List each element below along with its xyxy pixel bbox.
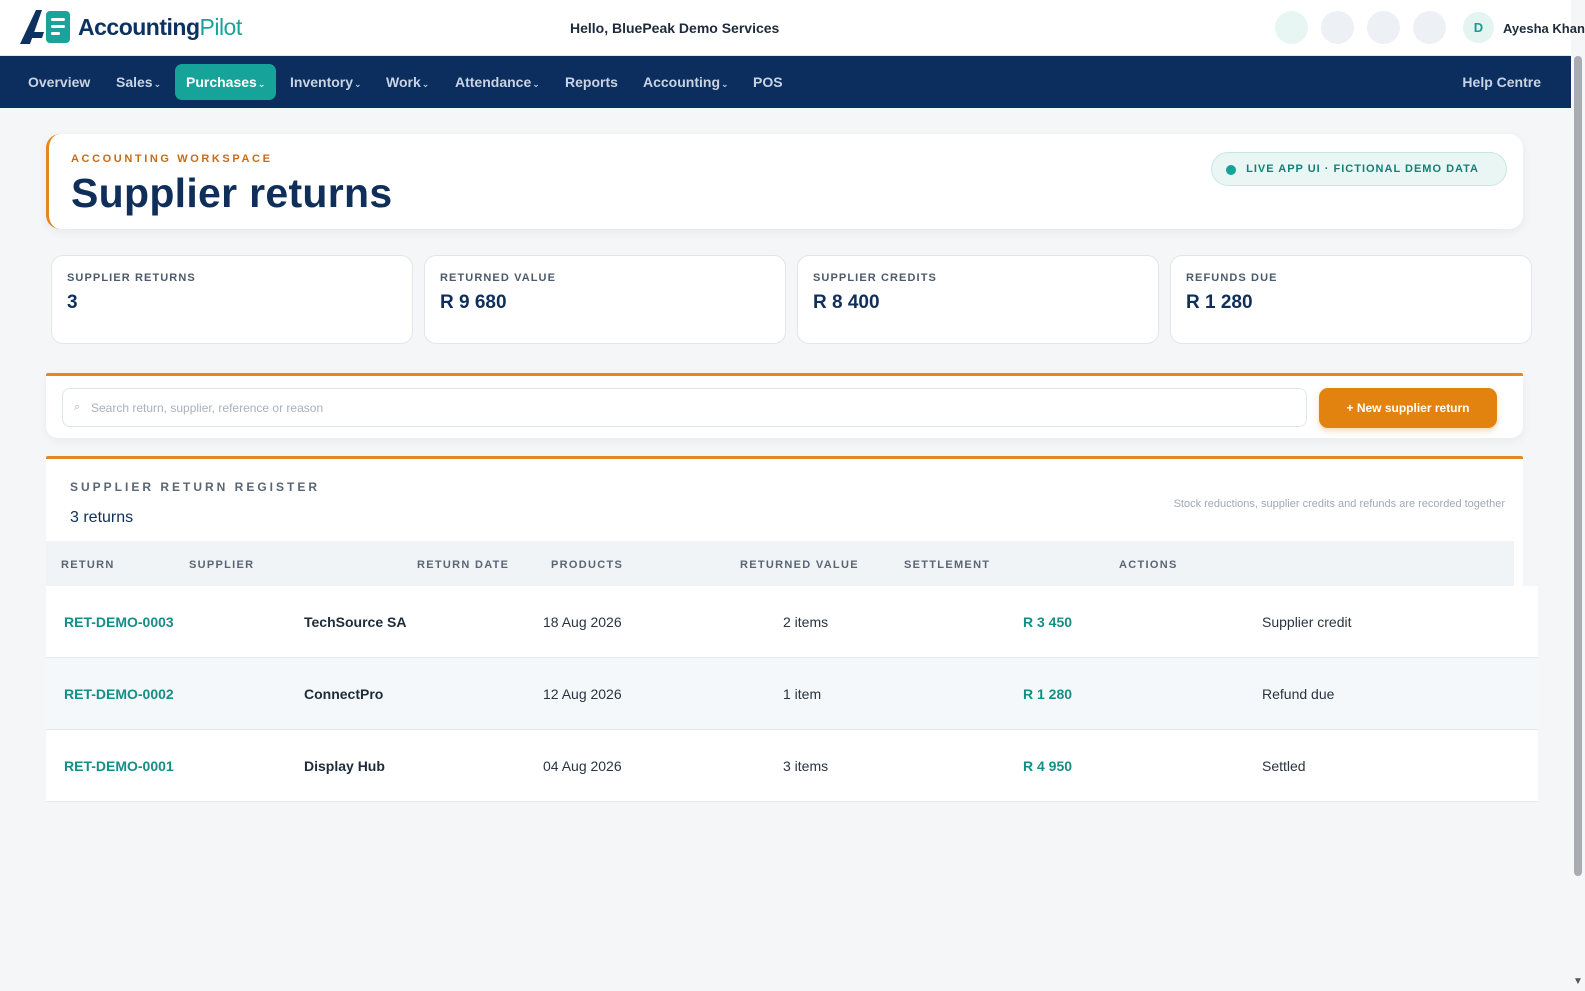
stat-value: R 8 400 — [813, 292, 880, 313]
column-header-return-date[interactable]: RETURN DATE — [417, 559, 509, 571]
chevron-down-icon: ⌄ — [257, 79, 266, 89]
chevron-down-icon: ⌄ — [153, 79, 162, 89]
stat-label: SUPPLIER RETURNS — [67, 272, 196, 284]
column-header-returned-value[interactable]: RETURNED VALUE — [740, 559, 859, 571]
column-header-settlement[interactable]: SETTLEMENT — [904, 559, 990, 571]
logo-brand: Accounting — [78, 13, 200, 40]
stat-label: RETURNED VALUE — [440, 272, 557, 284]
supplier-name: TechSource SA — [304, 614, 407, 630]
page-eyebrow: ACCOUNTING WORKSPACE — [71, 153, 273, 165]
supplier-return-register: SUPPLIER RETURN REGISTER 3 returns Stock… — [46, 456, 1523, 586]
column-header-products[interactable]: PRODUCTS — [551, 559, 623, 571]
apps-icon[interactable] — [1413, 11, 1446, 44]
page-title: Supplier returns — [71, 170, 393, 216]
nav-purchases[interactable]: Purchases⌄ — [175, 64, 277, 100]
status-badge: LIVE APP UI · FICTIONAL DEMO DATA — [1211, 152, 1507, 186]
table-row[interactable]: RET-DEMO-0002 ConnectPro 12 Aug 2026 1 i… — [46, 658, 1538, 730]
nav-label: Inventory — [290, 74, 354, 90]
user-name[interactable]: Ayesha Khan — [1503, 21, 1585, 36]
nav-work[interactable]: Work⌄ — [386, 74, 429, 90]
stat-card-supplier-returns: SUPPLIER RETURNS 3 — [51, 255, 413, 344]
supplier-name: Display Hub — [304, 758, 385, 774]
chevron-down-icon: ⌄ — [354, 79, 362, 89]
status-badge-label: LIVE APP UI · FICTIONAL DEMO DATA — [1246, 163, 1479, 175]
main-nav: Overview Sales⌄ Purchases⌄ Inventory⌄ Wo… — [0, 56, 1571, 108]
return-date: 04 Aug 2026 — [543, 758, 622, 774]
search-field[interactable]: ⌕ — [62, 388, 1307, 427]
column-header-actions: ACTIONS — [1119, 559, 1178, 571]
column-header-return[interactable]: RETURN — [61, 559, 115, 571]
settings-icon[interactable] — [1367, 11, 1400, 44]
scrollbar-thumb[interactable] — [1574, 56, 1582, 876]
return-link[interactable]: RET-DEMO-0002 — [64, 686, 174, 702]
register-count: 3 returns — [70, 509, 134, 526]
stat-value: R 9 680 — [440, 292, 507, 313]
product-count: 3 items — [783, 758, 829, 774]
product-count: 2 items — [783, 614, 829, 630]
table-header: RETURN SUPPLIER RETURN DATE PRODUCTS RET… — [46, 541, 1514, 586]
nav-label: Overview — [28, 74, 91, 90]
nav-label: POS — [753, 74, 783, 90]
return-link[interactable]: RET-DEMO-0003 — [64, 614, 174, 630]
nav-inventory[interactable]: Inventory⌄ — [290, 74, 362, 90]
stat-value: 3 — [67, 292, 78, 313]
nav-label: Reports — [565, 74, 618, 90]
status-dot-icon — [1226, 165, 1237, 175]
page-header-card: ACCOUNTING WORKSPACE Supplier returns LI… — [46, 134, 1523, 229]
returned-value: R 1 280 — [1023, 686, 1073, 702]
settlement-status: Supplier credit — [1262, 614, 1352, 630]
nav-reports[interactable]: Reports — [565, 74, 618, 90]
top-icon-group — [1275, 11, 1446, 44]
nav-attendance[interactable]: Attendance⌄ — [455, 74, 540, 90]
product-count: 1 item — [783, 686, 822, 702]
settlement-status: Settled — [1262, 758, 1306, 774]
avatar[interactable]: D — [1463, 12, 1494, 43]
return-link[interactable]: RET-DEMO-0001 — [64, 758, 174, 774]
top-bar: AccountingPilot Hello, BluePeak Demo Ser… — [0, 0, 1585, 56]
greeting-text: Hello, BluePeak Demo Services — [570, 20, 780, 36]
search-toolbar: ⌕ + New supplier return — [46, 373, 1523, 438]
new-supplier-return-button[interactable]: + New supplier return — [1319, 388, 1497, 428]
chevron-down-icon: ⌄ — [532, 79, 540, 89]
nav-overview[interactable]: Overview — [28, 74, 90, 90]
table-row[interactable]: RET-DEMO-0003 TechSource SA 18 Aug 2026 … — [46, 586, 1538, 658]
logo-text: AccountingPilot — [78, 14, 242, 41]
stat-card-refunds-due: REFUNDS DUE R 1 280 — [1170, 255, 1532, 344]
notification-icon[interactable] — [1275, 11, 1308, 44]
scroll-down-icon[interactable]: ▼ — [1573, 976, 1583, 987]
stat-card-supplier-credits: SUPPLIER CREDITS R 8 400 — [797, 255, 1159, 344]
nav-label: Sales — [116, 74, 153, 90]
nav-label: Work — [386, 74, 421, 90]
return-date: 12 Aug 2026 — [543, 686, 622, 702]
stat-label: SUPPLIER CREDITS — [813, 272, 937, 284]
nav-label: Purchases — [186, 74, 257, 90]
stat-value: R 1 280 — [1186, 292, 1253, 313]
table-row[interactable]: RET-DEMO-0001 Display Hub 04 Aug 2026 3 … — [46, 730, 1538, 802]
chevron-down-icon: ⌄ — [421, 79, 430, 89]
search-input[interactable] — [91, 389, 1291, 426]
column-header-supplier[interactable]: SUPPLIER — [189, 559, 254, 571]
logo-accent: Pilot — [199, 13, 243, 40]
nav-sales[interactable]: Sales⌄ — [116, 74, 161, 90]
nav-label: Accounting — [643, 74, 720, 90]
nav-pos[interactable]: POS — [753, 74, 783, 90]
stat-card-returned-value: RETURNED VALUE R 9 680 — [424, 255, 786, 344]
return-date: 18 Aug 2026 — [543, 614, 622, 630]
returned-value: R 3 450 — [1023, 614, 1073, 630]
logo-icon — [20, 10, 70, 44]
nav-label: Attendance — [455, 74, 532, 90]
nav-accounting[interactable]: Accounting⌄ — [643, 74, 729, 90]
nav-help-centre[interactable]: Help Centre — [1462, 74, 1541, 90]
settlement-status: Refund due — [1262, 686, 1335, 702]
returned-value: R 4 950 — [1023, 758, 1073, 774]
supplier-name: ConnectPro — [304, 686, 384, 702]
page-scrollbar[interactable]: ▼ — [1571, 56, 1585, 991]
stat-label: REFUNDS DUE — [1186, 272, 1278, 284]
register-title: SUPPLIER RETURN REGISTER — [70, 480, 321, 494]
app-logo[interactable]: AccountingPilot — [18, 8, 242, 46]
chevron-down-icon: ⌄ — [721, 79, 729, 89]
register-note: Stock reductions, supplier credits and r… — [1173, 498, 1505, 510]
messages-icon[interactable] — [1321, 11, 1354, 44]
search-icon: ⌕ — [74, 401, 81, 413]
